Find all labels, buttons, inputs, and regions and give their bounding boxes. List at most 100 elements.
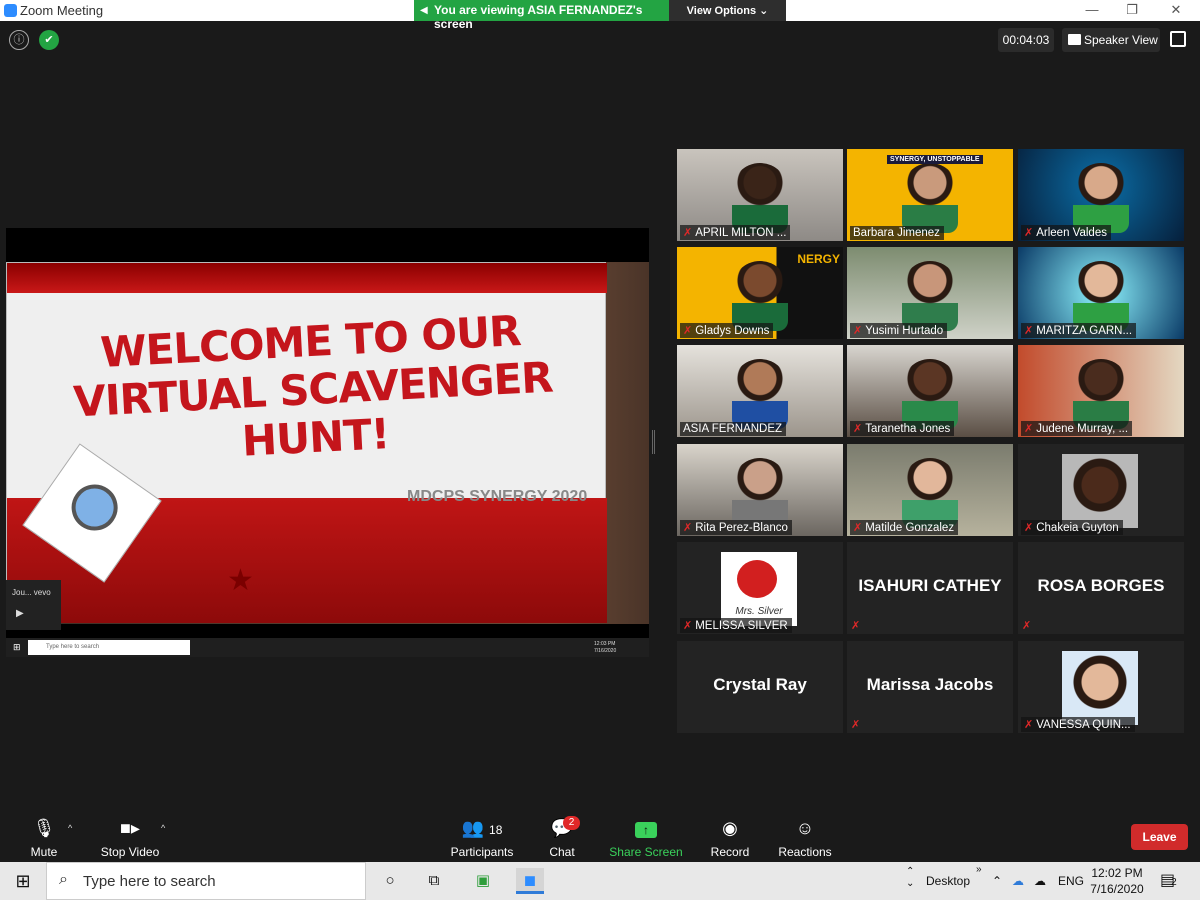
shield-icon[interactable]: ✔ <box>39 30 59 50</box>
participant-name-large: ROSA BORGES <box>1037 576 1165 595</box>
participant-tile[interactable]: Mrs. Silver ✗ MELISSA SILVER <box>677 542 843 634</box>
participant-tile[interactable]: ✗ Matilde Gonzalez <box>847 444 1013 536</box>
profile-picture <box>1062 454 1138 528</box>
shared-screen[interactable]: WELCOME TO OUR VIRTUAL SCAVENGER HUNT! M… <box>6 228 649 657</box>
participant-figure <box>902 359 958 429</box>
participant-name-large: Crystal Ray <box>713 675 807 694</box>
participant-tile[interactable]: Crystal Ray <box>677 641 843 733</box>
participant-tile[interactable]: ✗ Gladys Downs NERGY <box>677 247 843 339</box>
network-icon[interactable]: ☁ <box>1034 874 1046 888</box>
reactions-button[interactable]: ☺ Reactions <box>778 817 832 859</box>
participant-name-text: Taranetha Jones <box>865 423 951 435</box>
mic-off-icon: ✗ <box>853 325 863 337</box>
video-thumb-label: Jou... vevo <box>12 588 51 597</box>
participant-name-text: Judene Murray, ... <box>1036 423 1129 435</box>
slide-title: WELCOME TO OUR VIRTUAL SCAVENGER HUNT! <box>72 306 554 466</box>
participants-button[interactable]: 👥 18 Participants <box>448 817 516 859</box>
shared-taskbar: ⊞ Type here to search 12:03 PM 7/16/2020 <box>6 638 649 657</box>
participant-name-large: Marissa Jacobs <box>866 675 994 694</box>
mic-off-icon: ✗ <box>1024 325 1034 337</box>
speaker-view-button[interactable]: Speaker View <box>1062 28 1160 52</box>
participant-name-text: Rita Perez-Blanco <box>695 522 788 534</box>
mic-off-icon: ✗ <box>1024 522 1034 534</box>
stop-video-label: Stop Video <box>100 845 160 859</box>
mic-off-icon: ✗ <box>1024 227 1034 239</box>
participant-tile[interactable]: ROSA BORGES ✗ <box>1018 542 1184 634</box>
shared-search-box: Type here to search <box>28 640 190 655</box>
zoom-taskbar-icon[interactable]: ◼ <box>516 868 544 894</box>
participant-name-text: ASIA FERNANDEZ <box>683 423 783 435</box>
stop-video-button[interactable]: ■▸ Stop Video <box>98 817 162 859</box>
participant-tile[interactable]: ✗ Judene Murray, ... <box>1018 345 1184 437</box>
participant-tile[interactable]: Barbara Jimenez SYNERGY, UNSTOPPABLE <box>847 149 1013 241</box>
minimize-button[interactable]: — <box>1084 2 1100 18</box>
video-thumbnail[interactable]: Jou... vevo ▶ <box>6 580 61 630</box>
mic-off-icon: ✗ <box>683 522 693 534</box>
participant-name: ✗ Taranetha Jones <box>850 421 955 436</box>
split-divider[interactable] <box>652 430 655 454</box>
mic-off-icon: ✗ <box>853 423 863 435</box>
participant-name-text: Arleen Valdes <box>1036 227 1107 239</box>
windows-taskbar: ⊞ ⌕ Type here to search ○ ⧉ ▣ ◼ ⌃ ⌄ Deskt… <box>0 862 1200 900</box>
tray-up-icon[interactable]: ⌃ <box>992 874 1002 888</box>
shared-start-icon: ⊞ <box>13 642 21 652</box>
video-options-caret[interactable]: ^ <box>161 823 165 833</box>
taskbar-clock[interactable]: 12:02 PM 7/16/2020 <box>1086 865 1148 897</box>
participant-tile[interactable]: ✗ APRIL MILTON ... <box>677 149 843 241</box>
participant-figure <box>732 458 788 528</box>
mute-label: Mute <box>30 845 58 859</box>
windows-start-icon[interactable]: ⊞ <box>0 862 46 900</box>
participant-name: ✗ MARITZA GARN... <box>1021 323 1137 338</box>
desktop-toolbar[interactable]: Desktop <box>926 874 970 888</box>
title-bar: Zoom Meeting ◀ You are viewing ASIA FERN… <box>0 0 1200 31</box>
share-screen-button[interactable]: ↑ Share Screen <box>608 817 684 859</box>
participant-tile[interactable]: ✗ VANESSA QUIN... <box>1018 641 1184 733</box>
mute-button[interactable]: 🎙 Mute <box>26 817 62 859</box>
toolbar-chevron-icon[interactable]: » <box>976 864 982 875</box>
participant-figure <box>1073 359 1129 429</box>
mic-off-icon: ✗ <box>683 227 693 239</box>
participant-name: ✗ VANESSA QUIN... <box>1021 717 1135 732</box>
system-tray: ⌃ ⌄ Desktop » ⌃ ☁ ☁ ENG 12:02 PM 7/16/202… <box>900 862 1200 900</box>
participant-tile[interactable]: ✗ Yusimi Hurtado <box>847 247 1013 339</box>
maximize-button[interactable]: ❐ <box>1124 2 1140 18</box>
participant-figure <box>732 163 788 233</box>
task-view-icon[interactable]: ⧉ <box>420 868 448 894</box>
fullscreen-icon[interactable] <box>1170 31 1186 47</box>
audio-options-caret[interactable]: ^ <box>68 823 72 833</box>
participant-figure <box>1073 163 1129 233</box>
participant-tile[interactable]: ASIA FERNANDEZ <box>677 345 843 437</box>
participant-name-large: ISAHURI CATHEY <box>858 576 1002 595</box>
cortana-icon[interactable]: ○ <box>376 868 404 894</box>
meeting-toolbar: 🎙 Mute ^ ■▸ Stop Video ^ 👥 18 Participan… <box>0 807 1200 862</box>
record-icon: ◉ <box>722 818 738 838</box>
leave-button[interactable]: Leave <box>1131 824 1188 850</box>
grid-icon <box>1068 34 1081 45</box>
close-button[interactable]: ✕ <box>1168 2 1184 18</box>
info-icon[interactable]: ⓘ <box>9 30 29 50</box>
participant-name-text: Yusimi Hurtado <box>865 325 944 337</box>
participant-tile[interactable]: Marissa Jacobs ✗ <box>847 641 1013 733</box>
participant-tile[interactable]: ✗ Chakeia Guyton <box>1018 444 1184 536</box>
onedrive-icon[interactable]: ☁ <box>1012 874 1024 888</box>
participant-tile[interactable]: ✗ Arleen Valdes <box>1018 149 1184 241</box>
participant-name-text: Gladys Downs <box>695 325 770 337</box>
participant-name: ✗ Gladys Downs <box>680 323 774 338</box>
participant-tile[interactable]: ✗ Taranetha Jones <box>847 345 1013 437</box>
participant-tile[interactable]: ISAHURI CATHEY ✗ <box>847 542 1013 634</box>
participant-name-text: MELISSA SILVER <box>695 620 788 632</box>
participant-tile[interactable]: ✗ MARITZA GARN... <box>1018 247 1184 339</box>
taskbar-search-box[interactable]: ⌕ Type here to search <box>46 862 366 900</box>
slide-top-band <box>7 263 607 293</box>
record-button[interactable]: ◉ Record <box>709 817 751 859</box>
app-icon[interactable]: ▣ <box>469 868 497 894</box>
notifications-icon[interactable]: ▤2 <box>1160 870 1177 890</box>
view-options-button[interactable]: View Options ⌄ <box>669 0 786 21</box>
participant-name: Barbara Jimenez <box>850 226 944 240</box>
participant-tile[interactable]: ✗ Rita Perez-Blanco <box>677 444 843 536</box>
mic-off-icon: ✗ <box>683 620 693 632</box>
tray-expand-icon[interactable]: ⌃ ⌄ <box>906 866 914 890</box>
participant-figure <box>732 261 788 331</box>
language-indicator[interactable]: ENG <box>1058 874 1084 888</box>
participant-name-text: Barbara Jimenez <box>853 227 940 239</box>
